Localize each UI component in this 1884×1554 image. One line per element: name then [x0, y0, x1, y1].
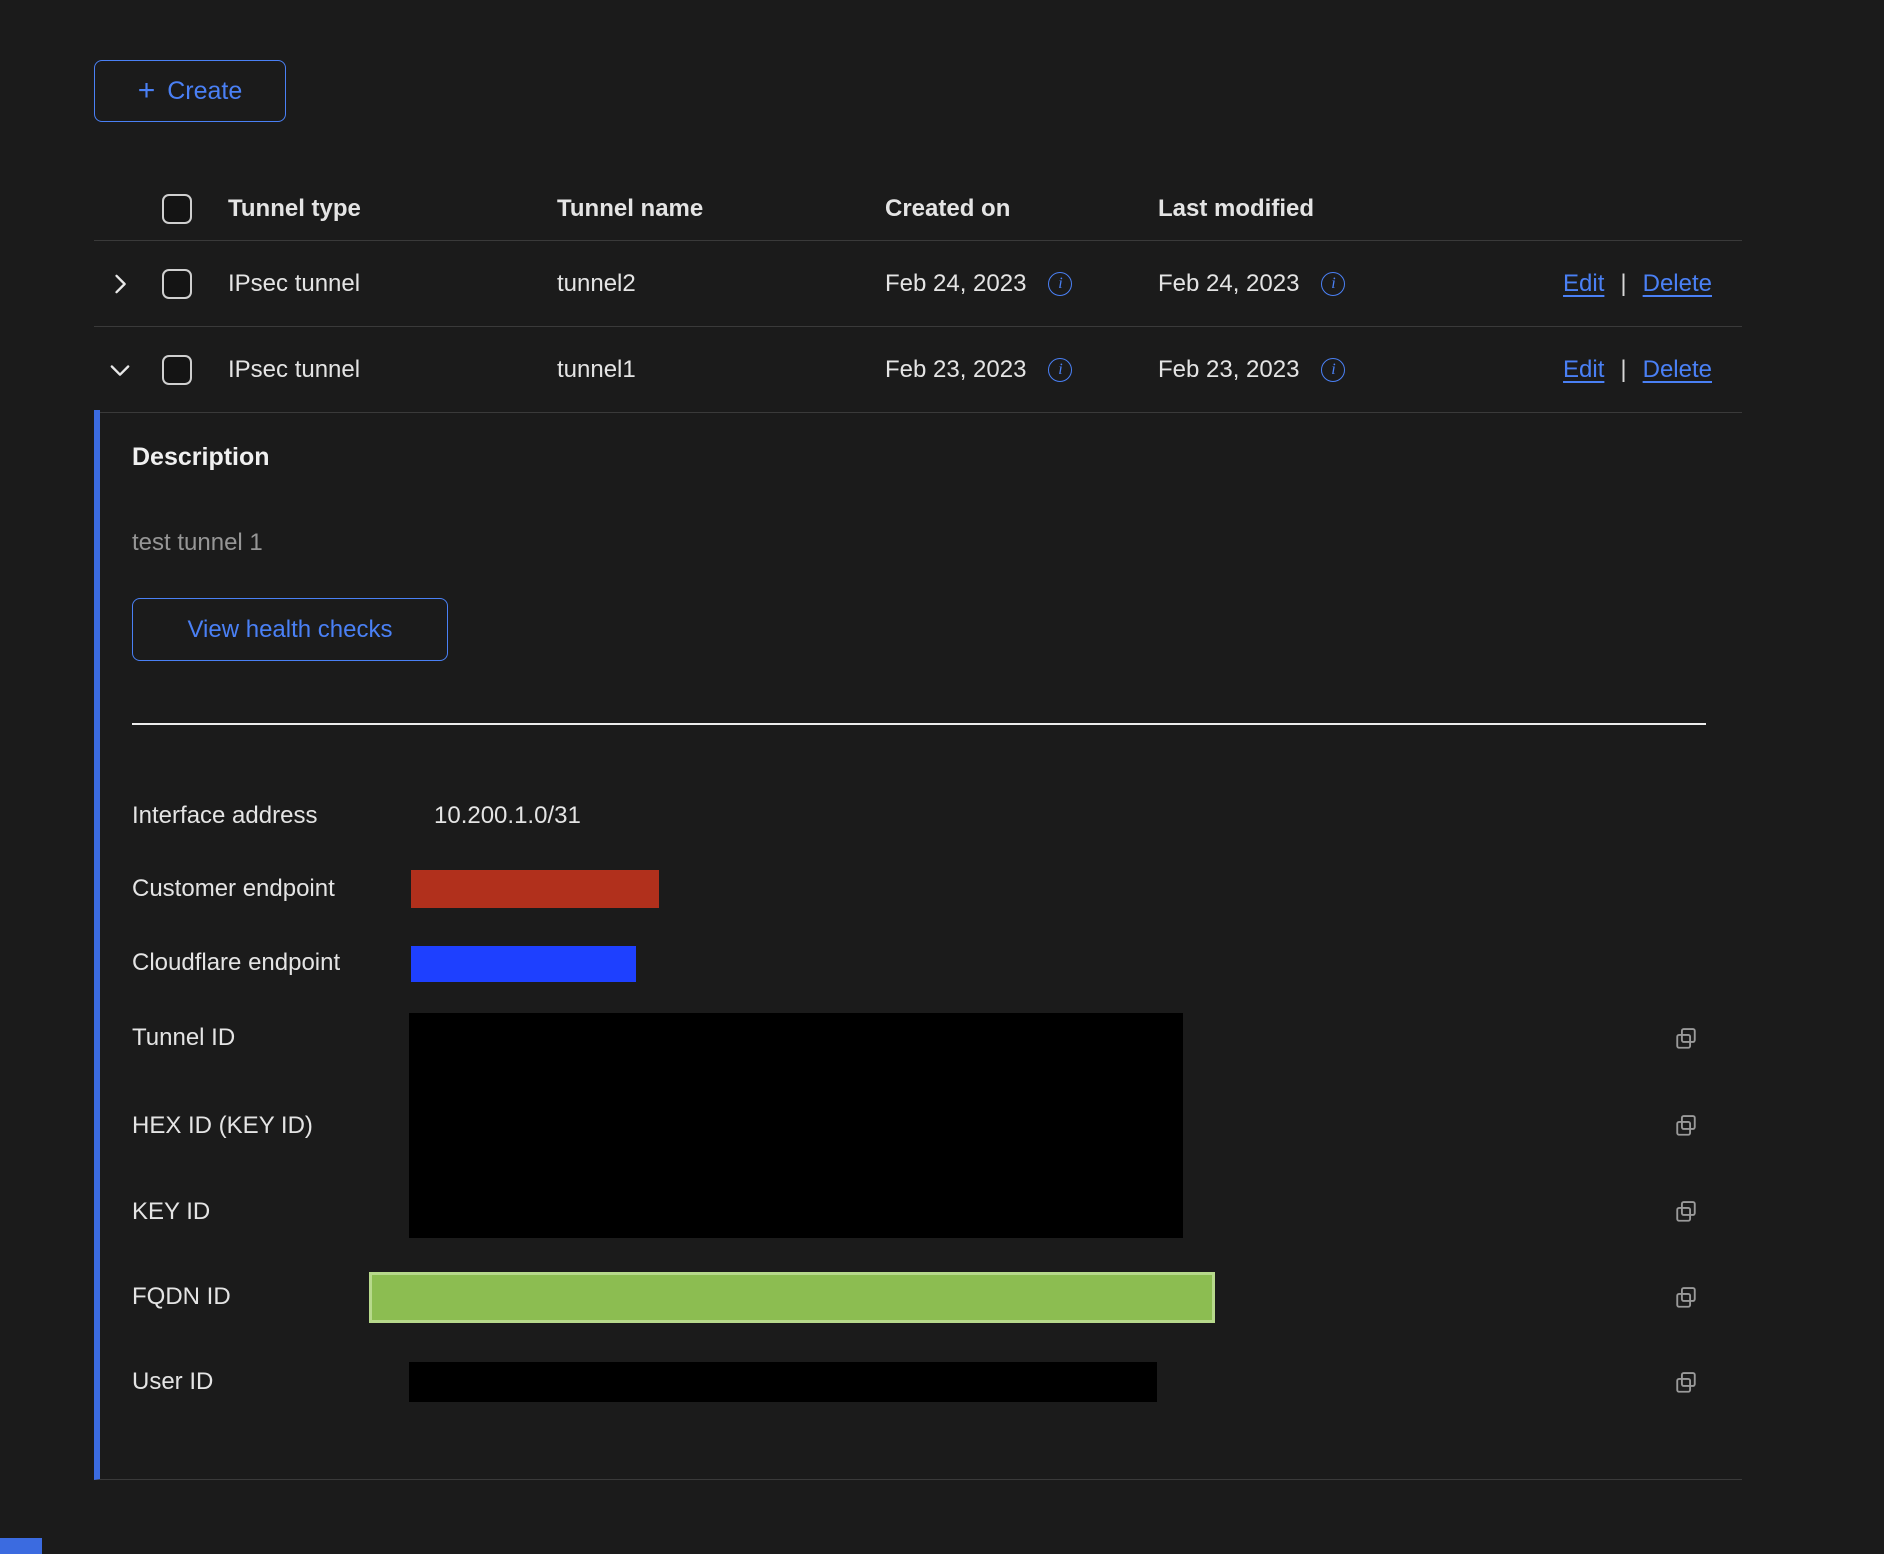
header-tunnel-name: Tunnel name — [557, 195, 885, 223]
cloudflare-endpoint-label: Cloudflare endpoint — [132, 949, 340, 977]
copy-icon — [1672, 1284, 1700, 1312]
cell-tunnel-name: tunnel2 — [557, 270, 885, 298]
action-separator: | — [1620, 270, 1626, 298]
copy-key-id-button[interactable] — [1672, 1198, 1700, 1226]
fqdn-id-label: FQDN ID — [132, 1283, 231, 1311]
create-button-label: Create — [167, 77, 242, 106]
info-icon[interactable]: i — [1048, 272, 1072, 296]
row-checkbox[interactable] — [162, 269, 192, 299]
info-icon[interactable]: i — [1048, 358, 1072, 382]
fqdn-id-redacted-value — [369, 1272, 1215, 1323]
info-icon[interactable]: i — [1321, 358, 1345, 382]
select-all-checkbox[interactable] — [162, 194, 192, 224]
delete-link[interactable]: Delete — [1643, 270, 1712, 298]
collapse-chevron-down-icon[interactable] — [106, 356, 134, 384]
key-id-label: KEY ID — [132, 1198, 210, 1226]
plus-icon: + — [138, 76, 156, 106]
cloudflare-endpoint-redacted-value — [411, 946, 636, 982]
cell-tunnel-type: IPsec tunnel — [228, 270, 557, 298]
table-row-tunnel1: IPsec tunnel tunnel1 Feb 23, 2023 i Feb … — [94, 327, 1742, 413]
header-last-modified: Last modified — [1158, 195, 1440, 223]
customer-endpoint-redacted-value — [411, 870, 659, 908]
description-value: test tunnel 1 — [132, 529, 263, 557]
user-id-label: User ID — [132, 1368, 213, 1396]
delete-link[interactable]: Delete — [1643, 356, 1712, 384]
tunnels-table: Tunnel type Tunnel name Created on Last … — [94, 178, 1742, 413]
cell-tunnel-type: IPsec tunnel — [228, 356, 557, 384]
table-row-tunnel2: IPsec tunnel tunnel2 Feb 24, 2023 i Feb … — [94, 241, 1742, 327]
copy-icon — [1672, 1025, 1700, 1053]
action-separator: | — [1620, 356, 1626, 384]
table-header-row: Tunnel type Tunnel name Created on Last … — [94, 178, 1742, 241]
expand-chevron-right-icon[interactable] — [106, 270, 134, 298]
cell-created-on: Feb 23, 2023 — [885, 356, 1026, 384]
copy-hex-id-button[interactable] — [1672, 1112, 1700, 1140]
offscreen-element-fragment — [0, 1538, 42, 1554]
header-created-on: Created on — [885, 195, 1158, 223]
interface-address-label: Interface address — [132, 802, 317, 830]
ids-redacted-block — [409, 1013, 1183, 1238]
copy-icon — [1672, 1369, 1700, 1397]
section-divider — [132, 723, 1706, 725]
tunnel-detail-panel: Description test tunnel 1 View health ch… — [94, 410, 1742, 1480]
create-button[interactable]: + Create — [94, 60, 286, 122]
view-health-checks-button[interactable]: View health checks — [132, 598, 448, 661]
copy-icon — [1672, 1198, 1700, 1226]
user-id-redacted-value — [409, 1362, 1157, 1402]
cell-created-on: Feb 24, 2023 — [885, 270, 1026, 298]
tunnels-page: + Create Tunnel type Tunnel name Created… — [0, 0, 1884, 1554]
interface-address-value: 10.200.1.0/31 — [434, 802, 581, 830]
copy-fqdn-id-button[interactable] — [1672, 1284, 1700, 1312]
info-icon[interactable]: i — [1321, 272, 1345, 296]
row-checkbox[interactable] — [162, 355, 192, 385]
edit-link[interactable]: Edit — [1563, 270, 1604, 298]
cell-last-modified: Feb 23, 2023 — [1158, 356, 1299, 384]
copy-user-id-button[interactable] — [1672, 1369, 1700, 1397]
cell-last-modified: Feb 24, 2023 — [1158, 270, 1299, 298]
hex-id-label: HEX ID (KEY ID) — [132, 1112, 313, 1140]
copy-tunnel-id-button[interactable] — [1672, 1025, 1700, 1053]
description-label: Description — [132, 443, 270, 472]
tunnel-id-label: Tunnel ID — [132, 1024, 235, 1052]
cell-tunnel-name: tunnel1 — [557, 356, 885, 384]
copy-icon — [1672, 1112, 1700, 1140]
edit-link[interactable]: Edit — [1563, 356, 1604, 384]
header-tunnel-type: Tunnel type — [228, 195, 557, 223]
customer-endpoint-label: Customer endpoint — [132, 875, 335, 903]
